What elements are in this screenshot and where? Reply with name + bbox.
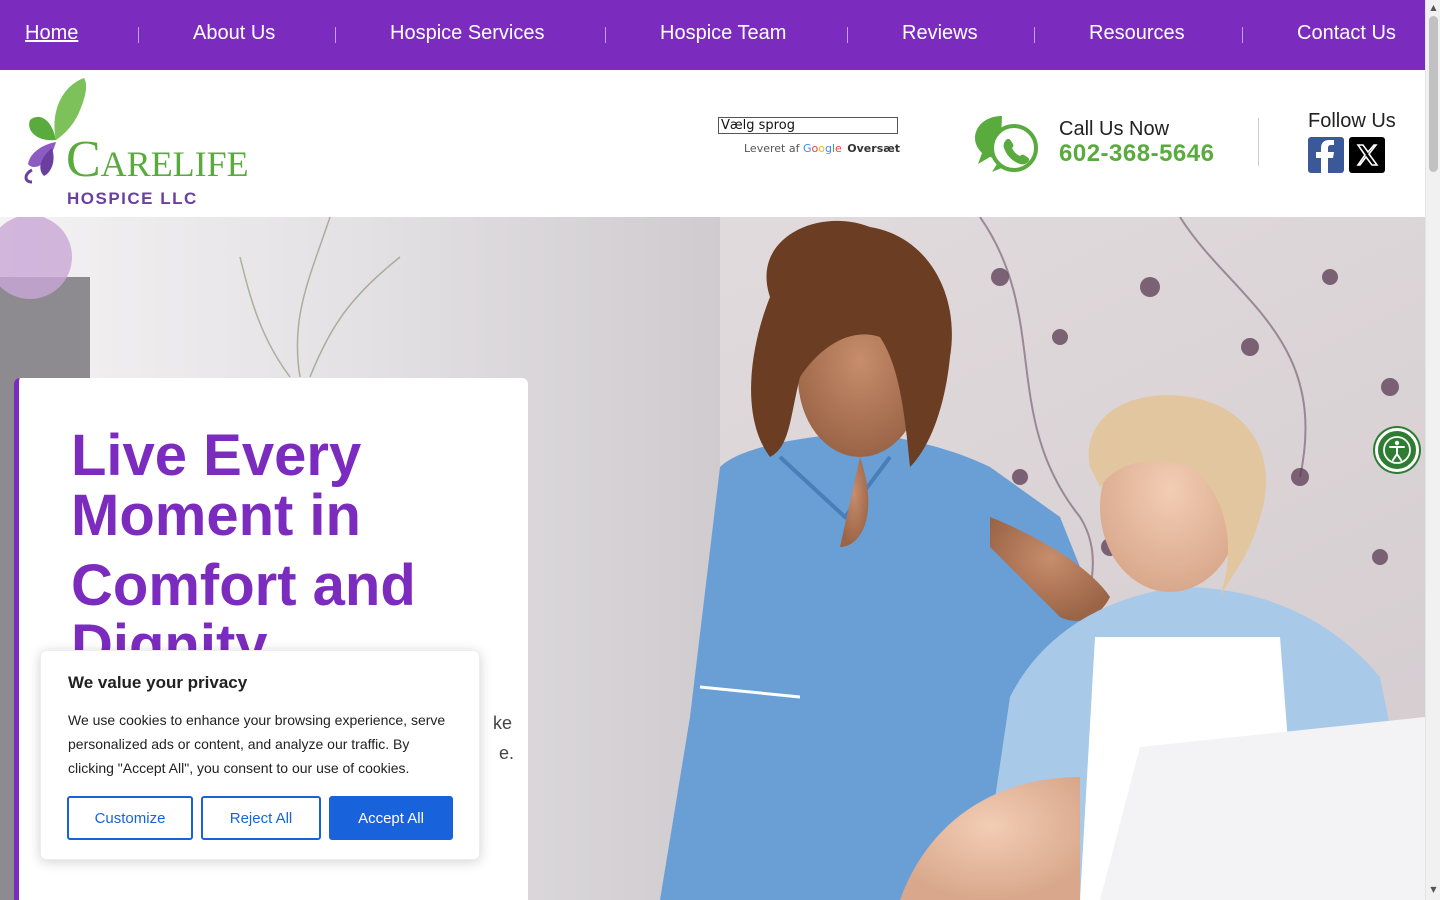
facebook-icon[interactable] [1308,137,1344,173]
x-twitter-icon[interactable] [1349,137,1385,173]
scrollbar-thumb[interactable] [1429,16,1438,172]
hero-body-text: ke e. [493,708,514,768]
hero-body-fragment: ke [493,713,513,733]
nav-reviews[interactable]: Reviews [902,22,978,45]
language-select[interactable]: Vælg sprog [718,117,898,134]
cookie-description: We use cookies to enhance your browsing … [68,712,446,776]
google-logo: Google [802,142,842,155]
translate-link[interactable]: Oversæt [847,142,900,155]
logo-wordmark: Carelife [66,131,249,188]
powered-by-label: Leveret af [744,142,800,155]
hero-heading: Live Every Moment in Comfort and Dignity [71,426,511,676]
accept-all-button[interactable]: Accept All [329,796,453,840]
customize-button[interactable]: Customize [67,796,193,840]
site-header: Carelife HOSPICE LLC Vælg sprog Leveret … [0,70,1425,217]
hero-body-fragment: e. [499,743,515,763]
hero-heading-line: Live Every [71,423,362,488]
google-translate-attribution: Leveret af Google Oversæt [744,142,900,155]
cookie-title: We value your privacy [68,673,248,692]
nav-divider [335,27,336,43]
nav-contact-us[interactable]: Contact Us [1297,22,1396,45]
nav-divider [138,27,139,43]
nav-divider [1242,27,1243,43]
nav-hospice-services[interactable]: Hospice Services [390,22,545,45]
nav-divider [847,27,848,43]
main-nav: Home About Us Hospice Services Hospice T… [0,0,1425,70]
page-scrollbar[interactable]: ▲ ▼ [1425,0,1440,900]
nav-divider [605,27,606,43]
accessibility-icon[interactable] [1375,428,1419,472]
logo-subtitle: HOSPICE LLC [67,189,198,208]
scroll-down-arrow-icon[interactable]: ▼ [1426,884,1440,896]
nav-home[interactable]: Home [25,22,78,45]
scroll-up-arrow-icon[interactable]: ▲ [1426,2,1440,14]
reject-all-button[interactable]: Reject All [201,796,321,840]
hero-heading-line: Moment in [71,483,361,548]
nav-divider [1034,27,1035,43]
site-logo[interactable]: Carelife HOSPICE LLC [22,76,302,208]
call-us-label: Call Us Now [1059,118,1170,140]
nav-hospice-team[interactable]: Hospice Team [660,22,786,45]
page: Home About Us Hospice Services Hospice T… [0,0,1440,900]
nav-about-us[interactable]: About Us [193,22,275,45]
phone-number-link[interactable]: 602-368-5646 [1059,140,1214,168]
hero-heading-line: Comfort and [71,553,416,618]
header-divider [1258,118,1259,166]
nav-resources[interactable]: Resources [1089,22,1185,45]
cookie-consent-banner: We value your privacy We use cookies to … [40,650,480,860]
follow-us-label: Follow Us [1308,110,1396,132]
phone-chat-icon [975,116,1038,172]
